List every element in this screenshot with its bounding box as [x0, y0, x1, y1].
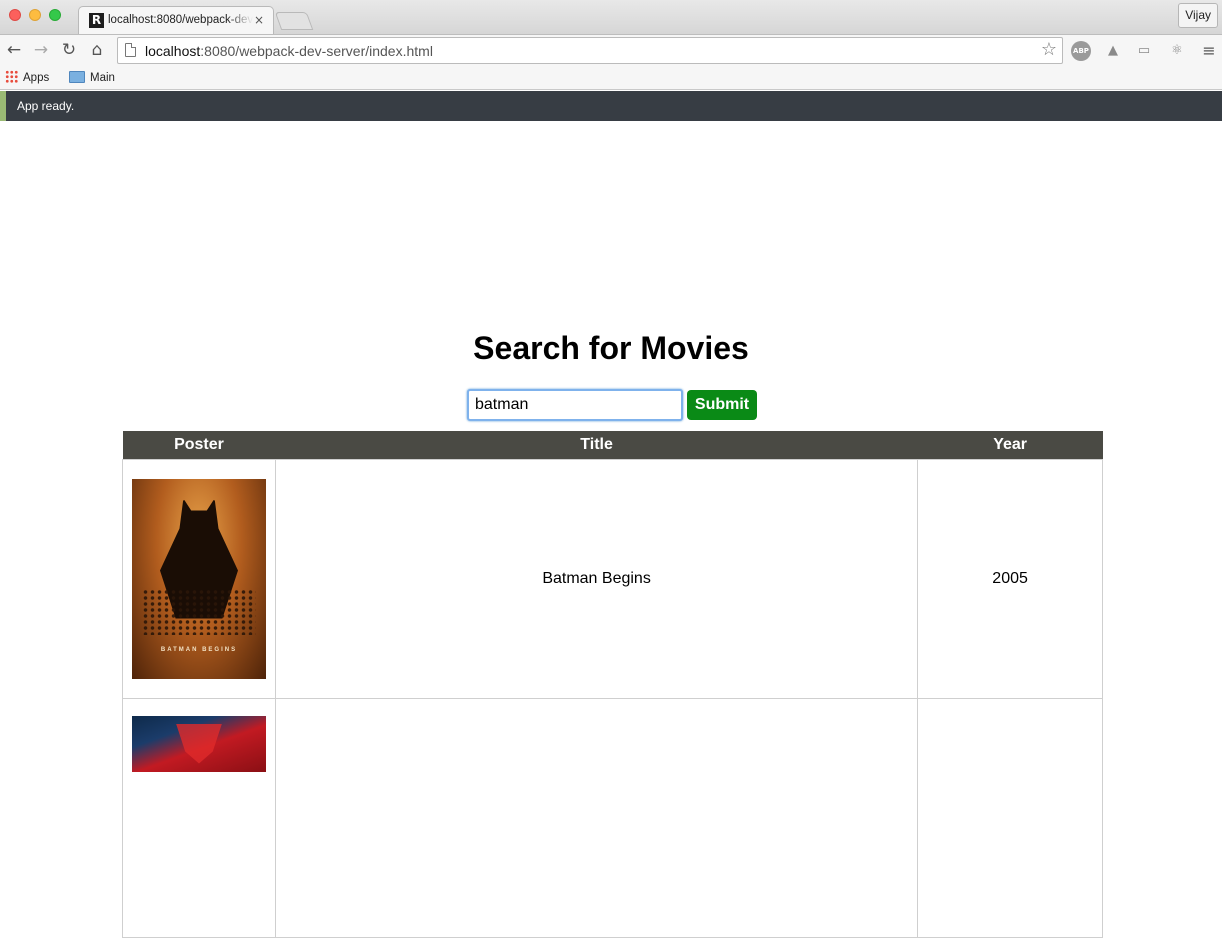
forward-icon[interactable]: →: [31, 40, 51, 60]
reload-icon[interactable]: ↻: [59, 40, 79, 60]
profile-button[interactable]: Vijay: [1178, 3, 1218, 28]
minimize-window-icon[interactable]: [29, 9, 41, 21]
bat-logo: [175, 723, 222, 764]
title-cell: Batman Begins: [274, 458, 919, 699]
maximize-window-icon[interactable]: [49, 9, 61, 21]
table-header-row: Poster Title Year: [122, 431, 1103, 459]
header-title: Title: [275, 431, 918, 459]
react-devtools-icon[interactable]: ⚛: [1167, 41, 1187, 61]
page-title: Search for Movies: [473, 330, 749, 366]
url-host: localhost: [145, 43, 201, 59]
tab-title: localhost:8080/webpack-dev-server/index.…: [108, 14, 253, 26]
tab-close-icon[interactable]: ×: [254, 13, 264, 27]
bookmark-main[interactable]: Main: [69, 70, 115, 86]
movies-table: Poster Title Year BATMAN BEGINS Batman B…: [122, 431, 1103, 938]
bookmark-star-icon[interactable]: ☆: [1041, 39, 1057, 60]
apps-grid-icon: [5, 70, 18, 83]
menu-icon[interactable]: ≡: [1199, 41, 1219, 61]
movie-poster-image: [131, 715, 266, 772]
year-cell: [917, 697, 1103, 938]
url-text[interactable]: localhost:8080/webpack-dev-server/index.…: [145, 43, 433, 59]
table-row: BATMAN BEGINS Batman Begins 2005: [122, 458, 1103, 699]
title-cell: [274, 697, 919, 938]
browser-toolbar: ← → ↻ ⌂ localhost:8080/webpack-dev-serve…: [0, 34, 1222, 66]
new-tab-button[interactable]: [274, 12, 314, 30]
header-year: Year: [917, 431, 1103, 459]
folder-icon: [69, 71, 85, 83]
bookmark-apps[interactable]: Apps: [5, 70, 49, 86]
search-input[interactable]: [467, 389, 683, 421]
header-poster: Poster: [122, 431, 276, 459]
page-content: Search for Movies Submit Poster Title Ye…: [0, 121, 1222, 938]
submit-button[interactable]: Submit: [687, 390, 757, 420]
tab-strip: R localhost:8080/webpack-dev-server/inde…: [0, 0, 1222, 34]
movie-poster-image: BATMAN BEGINS: [131, 478, 266, 679]
bookmark-label: Apps: [23, 72, 50, 84]
react-favicon-icon: R: [89, 13, 104, 28]
page-icon: [125, 43, 136, 57]
bookmark-label: Main: [90, 72, 115, 84]
status-text: App ready.: [17, 99, 75, 113]
close-window-icon[interactable]: [9, 9, 21, 21]
google-drive-icon[interactable]: ▲: [1103, 41, 1123, 61]
dev-server-status-bar: App ready.: [0, 91, 1222, 121]
poster-cell: [122, 697, 276, 938]
address-bar[interactable]: localhost:8080/webpack-dev-server/index.…: [117, 37, 1063, 64]
poster-cell: BATMAN BEGINS: [122, 458, 276, 699]
bookmarks-bar: Apps Main: [0, 66, 1222, 90]
table-row: [122, 697, 1103, 938]
bat-swarm: [141, 588, 256, 635]
poster-caption: BATMAN BEGINS: [160, 646, 238, 653]
cast-icon[interactable]: ▭: [1134, 41, 1154, 61]
home-icon[interactable]: ⌂: [87, 40, 107, 60]
year-cell: 2005: [917, 458, 1103, 699]
url-path: :8080/webpack-dev-server/index.html: [200, 43, 433, 59]
adblock-plus-icon[interactable]: ABP: [1071, 41, 1091, 61]
back-icon[interactable]: ←: [4, 40, 24, 60]
browser-tab[interactable]: R localhost:8080/webpack-dev-server/inde…: [78, 6, 274, 34]
